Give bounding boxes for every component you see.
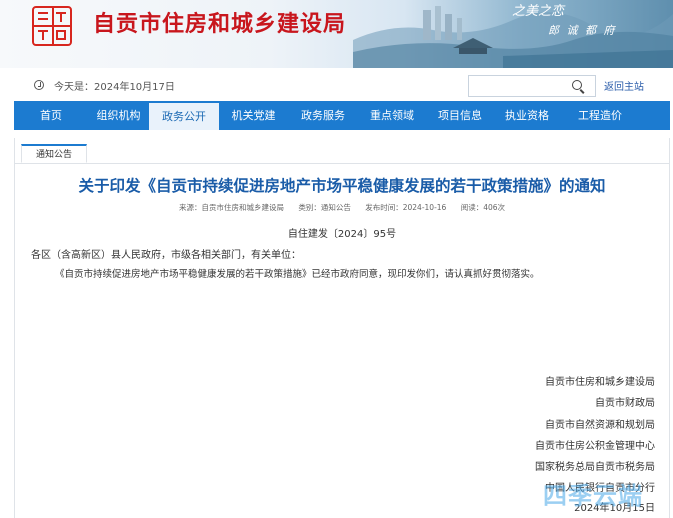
signatory: 自贡市财政局 [595, 398, 655, 409]
site-title[interactable]: 自贡市住房和城乡建设局 [93, 10, 346, 40]
nav-item-organization[interactable]: 组织机构 [88, 101, 149, 130]
banner-motto: 之美之恋 [512, 4, 565, 19]
return-main-site-link[interactable]: 返回主站 [604, 78, 644, 93]
meta-category: 类别：通知公告 [298, 203, 351, 212]
search-icon[interactable] [572, 80, 582, 90]
nav-item-key-areas[interactable]: 重点领域 [358, 101, 426, 130]
tab-notices[interactable]: 通知公告 [21, 144, 87, 163]
main-navigation: 首页 组织机构 政务公开 机关党建 政务服务 重点领域 项目信息 执业资格 工程… [14, 101, 670, 130]
meta-views: 阅读：406次 [460, 203, 506, 212]
signatory: 自贡市住房和城乡建设局 [545, 377, 655, 388]
signatory: 自贡市住房公积金管理中心 [535, 441, 655, 452]
today-date: 今天是：2024年10月17日 [54, 82, 175, 93]
meta-published: 发布时间：2024-10-16 [365, 203, 447, 212]
nav-item-project-info[interactable]: 项目信息 [426, 101, 494, 130]
meta-source: 来源：自贡市住房和城乡建设局 [178, 203, 284, 212]
article-panel: 通知公告 关于印发《自贡市持续促进房地产市场平稳健康发展的若干政策措施》的通知 … [14, 138, 670, 518]
nav-item-engineering-cost[interactable]: 工程造价 [560, 101, 640, 130]
article-salutation: 各区（含高新区）县人民政府，市级各相关部门，有关单位： [31, 250, 301, 261]
document-number: 自住建发〔2024〕95号 [287, 229, 397, 240]
article-title: 关于印发《自贡市持续促进房地产市场平稳健康发展的若干政策措施》的通知 [78, 177, 606, 195]
article-tab-bar: 通知公告 [15, 144, 669, 164]
bureau-seal-logo[interactable] [32, 6, 72, 46]
banner-motto-sub: 郎 诚 都 府 [548, 24, 617, 37]
clock-icon [34, 80, 44, 90]
article-body: 《自贡市持续促进房地产市场平稳健康发展的若干政策措施》已经市政府同意，现印发你们… [55, 269, 540, 280]
nav-item-qualifications[interactable]: 执业资格 [494, 101, 560, 130]
signatory: 国家税务总局自贡市税务局 [535, 462, 655, 473]
top-utility-bar: 今天是：2024年10月17日 返回主站 [14, 72, 670, 100]
site-watermark: 四季云端 [543, 482, 643, 510]
site-header-banner: 自贡市住房和城乡建设局 之美之恋 郎 诚 都 府 [0, 0, 673, 68]
nav-item-government-services[interactable]: 政务服务 [288, 101, 358, 130]
article-meta: 来源：自贡市住房和城乡建设局 类别：通知公告 发布时间：2024-10-16 阅… [15, 202, 669, 213]
nav-item-government-affairs[interactable]: 政务公开 [149, 103, 219, 130]
nav-item-home[interactable]: 首页 [14, 101, 88, 130]
nav-item-party-building[interactable]: 机关党建 [219, 101, 288, 130]
signatory: 自贡市自然资源和规划局 [545, 420, 655, 431]
